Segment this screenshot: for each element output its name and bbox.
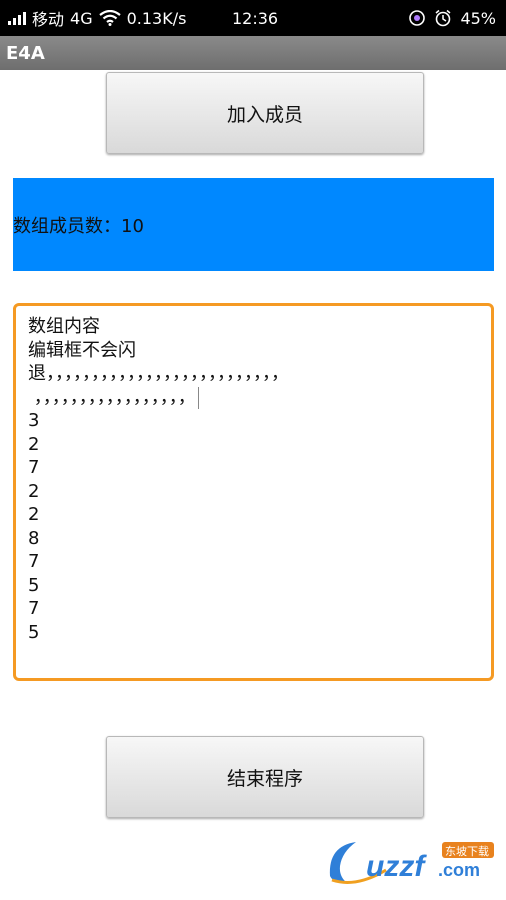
- editor-line: 编辑框不会闪: [28, 339, 136, 361]
- signal-icon: [8, 11, 26, 25]
- svg-text:.com: .com: [438, 860, 480, 880]
- app-title: E4A: [6, 42, 45, 64]
- editor-line: 2: [28, 504, 40, 525]
- add-member-button[interactable]: 加入成员: [106, 72, 424, 154]
- end-program-label: 结束程序: [226, 767, 303, 790]
- editor-line: 3: [28, 410, 40, 431]
- editor-line: 5: [28, 574, 40, 596]
- svg-text:uzzf: uzzf: [366, 850, 427, 883]
- battery-level: 45%: [460, 8, 496, 28]
- member-count-panel: 数组成员数：10: [13, 178, 494, 271]
- clock-time: 12:36: [232, 8, 279, 28]
- end-program-button[interactable]: 结束程序: [106, 736, 424, 818]
- svg-text:东坡下载: 东坡下载: [445, 845, 489, 858]
- editor-line: 数组内容: [28, 316, 100, 337]
- status-bar: 移动 4G 0.13K/s 12:36 45%: [0, 0, 506, 36]
- network-label: 4G: [70, 8, 93, 28]
- wifi-icon: [98, 10, 121, 26]
- add-member-label: 加入成员: [226, 103, 303, 126]
- editor-line: 7: [28, 551, 40, 572]
- uzzf-watermark-logo: uzzf .com 东坡下载: [326, 836, 498, 888]
- array-content-editor[interactable]: 数组内容 编辑框不会闪 退，，，，，，，，，，，，，，，，，，，，，，，，，， …: [13, 303, 494, 681]
- editor-line: 2: [28, 480, 40, 502]
- editor-line: 5: [28, 621, 40, 643]
- member-count-label: 数组成员数：10: [13, 215, 144, 237]
- editor-line: 2: [28, 433, 40, 455]
- text-caret: [197, 386, 199, 409]
- editor-line: ，，，，，，，，，，，，，，，，，: [28, 386, 479, 410]
- editor-line: 8: [28, 527, 40, 549]
- editor-line: 7: [28, 457, 40, 478]
- network-speed: 0.13K/s: [126, 8, 187, 28]
- alarm-icon: [434, 9, 452, 27]
- app-title-bar: E4A: [0, 36, 506, 70]
- carrier-label: 移动: [32, 10, 65, 29]
- editor-line: 7: [28, 598, 40, 619]
- dnd-icon: [408, 9, 426, 27]
- editor-line: 退，，，，，，，，，，，，，，，，，，，，，，，，，，: [28, 363, 289, 384]
